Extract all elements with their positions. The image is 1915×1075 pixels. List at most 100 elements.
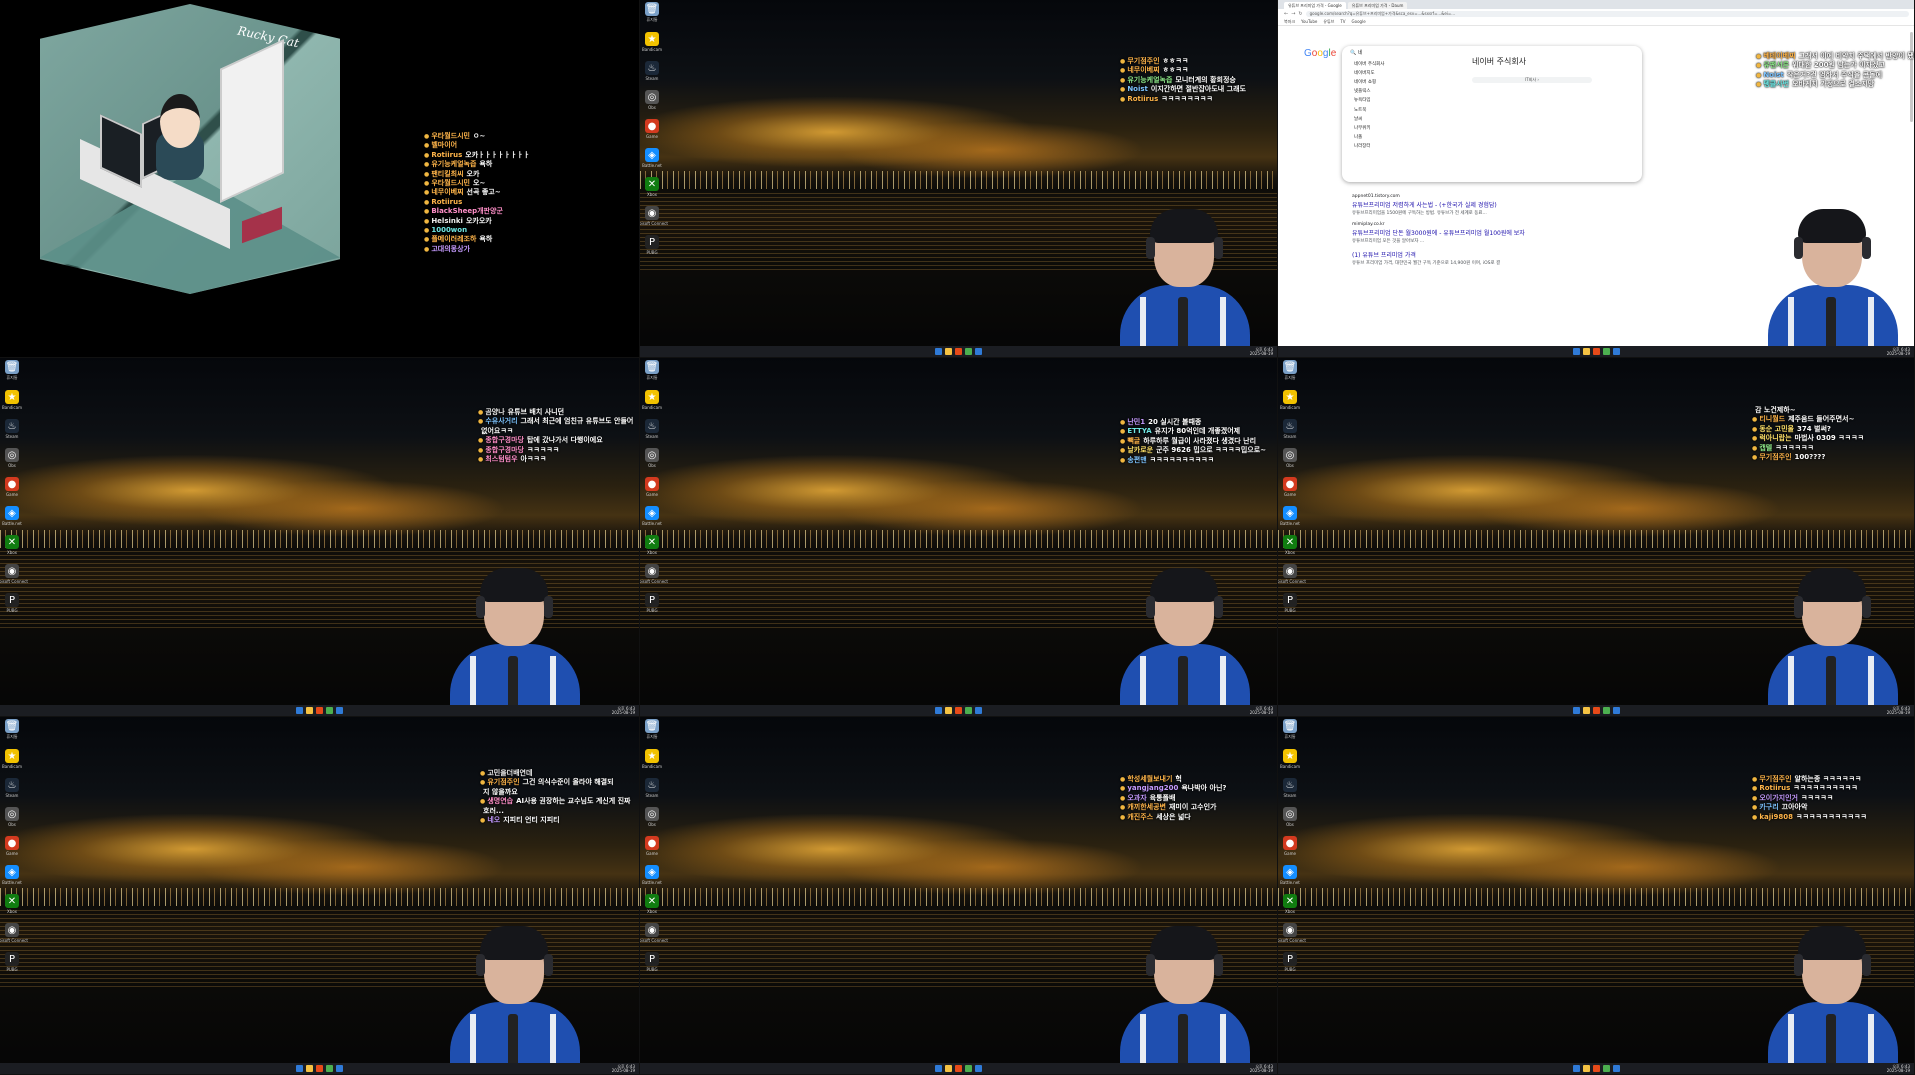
app-icon[interactable] <box>1602 1065 1610 1072</box>
app-icon[interactable] <box>326 1065 333 1072</box>
desktop-shortcut[interactable]: 🗑 휴지통 <box>1280 360 1300 381</box>
desktop-shortcut[interactable]: P PUBG <box>642 593 662 613</box>
app-icon[interactable] <box>1612 348 1620 355</box>
desktop-shortcut[interactable]: ◈ Battle.net <box>2 506 22 526</box>
desktop-shortcut[interactable]: ◎ Obs <box>1280 807 1300 827</box>
desktop-shortcut[interactable]: ◎ Obs <box>642 807 662 827</box>
taskbar[interactable]: 오후 6:43 2025-08-19 <box>1278 705 1914 716</box>
desktop-shortcut[interactable]: ♨ Steam <box>1280 778 1300 798</box>
start-icon[interactable] <box>935 1065 942 1072</box>
start-icon[interactable] <box>296 1065 303 1072</box>
desktop-shortcut[interactable]: ● Game <box>2 477 22 497</box>
desktop-shortcut[interactable]: ◉Ubisoft Connect <box>640 206 668 226</box>
desktop-shortcut[interactable]: ✕ Xbox <box>1280 894 1300 914</box>
start-icon[interactable] <box>1572 1065 1580 1072</box>
start-icon[interactable] <box>935 707 942 714</box>
system-clock[interactable]: 오후 6:43 2025-08-19 <box>1250 1065 1273 1073</box>
desktop-shortcut[interactable]: ★ Bandicam <box>2 749 22 769</box>
desktop-shortcut[interactable]: ✕ Xbox <box>2 535 22 555</box>
desktop-shortcut[interactable]: ◈ Battle.net <box>642 148 662 168</box>
bookmark-item[interactable]: 유튜브 <box>1323 19 1334 25</box>
desktop-shortcut[interactable]: ● Game <box>642 119 662 139</box>
desktop-shortcut[interactable]: ● Game <box>1280 836 1300 856</box>
app-icon[interactable] <box>975 707 982 714</box>
desktop-shortcut[interactable]: ◈ Battle.net <box>1280 506 1300 526</box>
desktop-shortcut[interactable]: ★ Bandicam <box>642 390 662 410</box>
desktop-shortcut[interactable]: ✕ Xbox <box>642 535 662 555</box>
desktop-shortcut[interactable]: ★ Bandicam <box>642 749 662 769</box>
desktop-shortcut[interactable]: ◉Ubisoft Connect <box>0 564 28 584</box>
desktop-shortcut[interactable]: ◎ Obs <box>642 448 662 468</box>
desktop-shortcut[interactable]: 🗑 휴지통 <box>642 2 662 23</box>
taskbar[interactable]: 오후 6:43 2025-08-19 <box>1278 1063 1914 1074</box>
file-explorer-icon[interactable] <box>945 1065 952 1072</box>
desktop-shortcut[interactable]: P PUBG <box>2 593 22 613</box>
desktop-shortcut[interactable]: ✕ Xbox <box>2 894 22 914</box>
browser-icon[interactable] <box>1592 348 1600 355</box>
search-suggestion[interactable]: 나라장터 <box>1342 142 1642 151</box>
desktop-shortcut[interactable]: ✕ Xbox <box>1280 535 1300 555</box>
panel-button[interactable]: IT회사 › <box>1472 77 1592 83</box>
desktop-shortcut[interactable]: ♨ Steam <box>642 61 662 81</box>
desktop-shortcut[interactable]: ★ Bandicam <box>1280 749 1300 769</box>
desktop-shortcut[interactable]: ◎ Obs <box>642 90 662 110</box>
desktop-shortcut[interactable]: ★ Bandicam <box>642 32 662 52</box>
desktop-shortcut[interactable]: P PUBG <box>642 952 662 972</box>
desktop-shortcut[interactable]: ◈ Battle.net <box>2 865 22 885</box>
desktop-shortcut[interactable]: P PUBG <box>1280 952 1300 972</box>
browser-icon[interactable] <box>955 348 962 355</box>
search-suggestion[interactable]: 나폴 <box>1342 133 1642 142</box>
google-logo[interactable]: Google <box>1304 48 1336 59</box>
result-title-link[interactable]: 유튜브프리미엄 단돈 월3000원에 - 유튜브프리미엄 월100원에 보자 <box>1352 228 1612 237</box>
app-icon[interactable] <box>326 707 333 714</box>
browser-icon[interactable] <box>1592 707 1600 714</box>
browser-icon[interactable] <box>316 707 323 714</box>
file-explorer-icon[interactable] <box>1582 348 1590 355</box>
search-result[interactable]: appnet01.tistory.com 유튜브프리미엄 저렴하게 사는법 - (… <box>1352 194 1612 216</box>
start-icon[interactable] <box>1572 707 1580 714</box>
desktop-shortcut[interactable]: 🗑 휴지통 <box>1280 719 1300 740</box>
browser-icon[interactable] <box>955 1065 962 1072</box>
desktop-shortcut[interactable]: ★ Bandicam <box>2 390 22 410</box>
file-explorer-icon[interactable] <box>1582 1065 1590 1072</box>
desktop-shortcut[interactable]: ◉Ubisoft Connect <box>1278 923 1306 943</box>
app-icon[interactable] <box>1612 1065 1620 1072</box>
desktop-shortcut[interactable]: ✕ Xbox <box>642 177 662 197</box>
desktop-shortcut[interactable]: 🗑 휴지통 <box>642 360 662 381</box>
desktop-shortcut[interactable]: 🗑 휴지통 <box>2 719 22 740</box>
taskbar[interactable]: 오후 6:43 2025-08-19 <box>640 1063 1277 1074</box>
browser-icon[interactable] <box>955 707 962 714</box>
back-arrow-icon[interactable]: ← <box>1284 11 1288 17</box>
desktop-shortcut[interactable]: ◈ Battle.net <box>1280 865 1300 885</box>
app-icon[interactable] <box>1602 348 1610 355</box>
desktop-shortcut[interactable]: ◎ Obs <box>2 448 22 468</box>
file-explorer-icon[interactable] <box>945 348 952 355</box>
system-clock[interactable]: 오후 6:43 2025-08-19 <box>1250 707 1273 715</box>
app-icon[interactable] <box>336 707 343 714</box>
desktop-shortcut[interactable]: ♨ Steam <box>1280 419 1300 439</box>
desktop-shortcut[interactable]: ● Game <box>642 836 662 856</box>
taskbar[interactable]: 오후 6:43 2025-08-19 <box>1278 346 1914 357</box>
desktop-shortcut[interactable]: ◉Ubisoft Connect <box>640 923 668 943</box>
desktop-shortcut[interactable]: ◉Ubisoft Connect <box>1278 564 1306 584</box>
app-icon[interactable] <box>336 1065 343 1072</box>
browser-tab[interactable]: 유튜브 프리미엄 가격 - Daum <box>1347 2 1408 9</box>
search-suggestion[interactable]: 나무위키 <box>1342 123 1642 132</box>
app-icon[interactable] <box>965 707 972 714</box>
system-clock[interactable]: 오후 6:43 2025-08-19 <box>1887 348 1910 356</box>
desktop-shortcut[interactable]: ● Game <box>2 836 22 856</box>
search-result[interactable]: mimiplay.co.kr 유튜브프리미엄 단돈 월3000원에 - 유튜브프리… <box>1352 222 1612 244</box>
desktop-shortcut[interactable]: ◉Ubisoft Connect <box>640 564 668 584</box>
search-suggestion[interactable]: 날씨 <box>1342 114 1642 123</box>
file-explorer-icon[interactable] <box>306 707 313 714</box>
result-title-link[interactable]: (1) 유튜브 프리미엄 가격 <box>1352 250 1612 259</box>
taskbar[interactable]: 오후 6:43 2025-08-19 <box>0 705 639 716</box>
desktop-shortcut[interactable]: P PUBG <box>1280 593 1300 613</box>
system-clock[interactable]: 오후 6:43 2025-08-19 <box>1887 1065 1910 1073</box>
file-explorer-icon[interactable] <box>306 1065 313 1072</box>
bookmark-item[interactable]: TV <box>1340 19 1345 24</box>
desktop-shortcut[interactable]: ◎ Obs <box>2 807 22 827</box>
desktop-shortcut[interactable]: ♨ Steam <box>2 419 22 439</box>
desktop-shortcut[interactable]: ◎ Obs <box>1280 448 1300 468</box>
search-suggestion[interactable]: 노트북 <box>1342 105 1642 114</box>
